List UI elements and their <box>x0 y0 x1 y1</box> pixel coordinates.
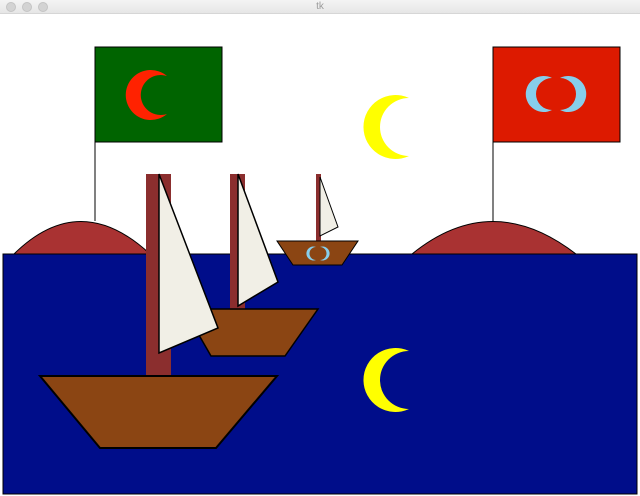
drawing-canvas <box>0 14 640 496</box>
app-window: tk <box>0 0 640 496</box>
window-title: tk <box>316 1 324 12</box>
right-flag <box>492 46 621 143</box>
title-bar[interactable]: tk <box>0 0 640 14</box>
sea <box>2 253 638 495</box>
left-flag <box>94 46 223 143</box>
